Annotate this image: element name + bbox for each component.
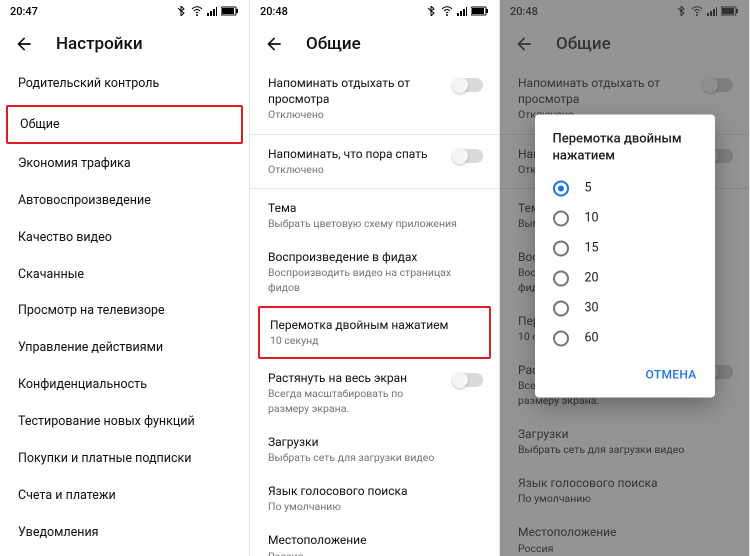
signal-icon <box>457 6 467 16</box>
bluetooth-icon <box>177 6 187 16</box>
status-time: 20:47 <box>10 5 38 18</box>
settings-row-data-saving[interactable]: Экономия трафика <box>0 146 249 183</box>
settings-row-video-quality[interactable]: Качество видео <box>0 220 249 257</box>
item-secondary: По умолчанию <box>268 500 483 514</box>
item-uploads[interactable]: Загрузки Выбрать сеть для загрузки видео <box>250 425 499 474</box>
item-secondary: Воспроизводить видео на страницах фидов <box>268 266 483 294</box>
item-primary: Местоположение <box>268 532 483 548</box>
settings-row-privacy[interactable]: Конфиденциальность <box>0 367 249 404</box>
item-secondary: Отключено <box>268 163 443 177</box>
item-secondary: Всегда масштабировать по размеру экрана. <box>268 387 443 415</box>
arrow-left-icon <box>264 34 284 54</box>
item-secondary: Отключено <box>268 108 443 122</box>
bluetooth-icon <box>427 6 437 16</box>
page-title: Настройки <box>56 34 143 54</box>
settings-row-downloads[interactable]: Скачанные <box>0 257 249 294</box>
status-bar: 20:47 <box>0 0 249 22</box>
radio-icon <box>553 180 569 196</box>
settings-row-general[interactable]: Общие <box>6 105 243 144</box>
toggle-switch[interactable] <box>453 373 483 387</box>
item-primary: Перемотка двойным нажатием <box>270 317 479 333</box>
general-settings-list: Напоминать отдыхать от просмотра Отключе… <box>250 66 499 556</box>
settings-row-connected-apps[interactable]: Связанные приложения <box>0 552 249 556</box>
item-zoom-to-fill[interactable]: Растянуть на весь экран Всегда масштабир… <box>250 361 499 425</box>
option-20[interactable]: 20 <box>535 263 715 293</box>
battery-icon <box>221 6 239 16</box>
divider <box>250 188 499 189</box>
item-remind-bedtime[interactable]: Напоминать, что пора спать Отключено <box>250 137 499 186</box>
phone2: 20:48 Общие Напоминать отдыхать от просм… <box>250 0 500 556</box>
option-label: 10 <box>585 211 599 226</box>
option-label: 60 <box>585 331 599 346</box>
wifi-icon <box>191 6 203 16</box>
phone1: 20:47 Настройки Родительский контроль Об… <box>0 0 250 556</box>
dialog-options: 5 10 15 20 30 60 <box>535 171 715 355</box>
settings-row-watch-on-tv[interactable]: Просмотр на телевизоре <box>0 293 249 330</box>
arrow-left-icon <box>14 34 34 54</box>
radio-icon <box>553 270 569 286</box>
settings-row-billing[interactable]: Счета и платежи <box>0 478 249 515</box>
item-primary: Язык голосового поиска <box>268 483 483 499</box>
double-tap-seek-dialog: Перемотка двойным нажатием 5 10 15 20 30 <box>535 114 715 397</box>
option-label: 15 <box>585 241 599 256</box>
settings-row-manage-actions[interactable]: Управление действиями <box>0 330 249 367</box>
dialog-actions: ОТМЕНА <box>535 355 715 391</box>
item-primary: Напоминать отдыхать от просмотра <box>268 75 443 107</box>
back-button[interactable] <box>264 34 284 54</box>
option-30[interactable]: 30 <box>535 293 715 323</box>
settings-row-parental[interactable]: Родительский контроль <box>0 66 249 103</box>
item-primary: Напоминать, что пора спать <box>268 146 443 162</box>
item-secondary: 10 секунд <box>270 334 479 348</box>
item-primary: Тема <box>268 200 483 216</box>
app-bar: Общие <box>250 22 499 66</box>
option-10[interactable]: 10 <box>535 203 715 233</box>
radio-icon <box>553 330 569 346</box>
app-bar: Настройки <box>0 22 249 66</box>
cancel-button[interactable]: ОТМЕНА <box>638 361 705 387</box>
settings-row-notifications[interactable]: Уведомления <box>0 515 249 552</box>
item-location[interactable]: Местоположение Россия <box>250 523 499 556</box>
settings-row-purchases[interactable]: Покупки и платные подписки <box>0 441 249 478</box>
settings-row-new-features[interactable]: Тестирование новых функций <box>0 404 249 441</box>
status-bar: 20:48 <box>250 0 499 22</box>
option-15[interactable]: 15 <box>535 233 715 263</box>
option-60[interactable]: 60 <box>535 323 715 353</box>
toggle-switch[interactable] <box>453 78 483 92</box>
page-title: Общие <box>306 34 361 54</box>
item-theme[interactable]: Тема Выбрать цветовую схему приложения <box>250 191 499 240</box>
item-playback-in-feeds[interactable]: Воспроизведение в фидах Воспроизводить в… <box>250 240 499 304</box>
battery-icon <box>471 6 489 16</box>
radio-icon <box>553 240 569 256</box>
signal-icon <box>207 6 217 16</box>
radio-icon <box>553 300 569 316</box>
item-double-tap-seek-highlighted[interactable]: Перемотка двойным нажатием 10 секунд <box>258 306 491 359</box>
option-label: 5 <box>585 181 592 196</box>
option-label: 30 <box>585 301 599 316</box>
option-5[interactable]: 5 <box>535 173 715 203</box>
item-remind-break[interactable]: Напоминать отдыхать от просмотра Отключе… <box>250 66 499 132</box>
item-primary: Воспроизведение в фидах <box>268 249 483 265</box>
status-time: 20:48 <box>260 5 288 18</box>
item-primary: Растянуть на весь экран <box>268 370 443 386</box>
toggle-switch[interactable] <box>453 149 483 163</box>
item-secondary: Россия <box>268 550 483 556</box>
dialog-title: Перемотка двойным нажатием <box>535 130 715 171</box>
divider <box>250 134 499 135</box>
settings-row-autoplay[interactable]: Автовоспроизведение <box>0 183 249 220</box>
radio-icon <box>553 210 569 226</box>
item-voice-search-lang[interactable]: Язык голосового поиска По умолчанию <box>250 474 499 523</box>
back-button[interactable] <box>14 34 34 54</box>
status-icons <box>177 6 239 16</box>
settings-list: Родительский контроль Общие Экономия тра… <box>0 66 249 556</box>
option-label: 20 <box>585 271 599 286</box>
item-primary: Загрузки <box>268 434 483 450</box>
item-secondary: Выбрать сеть для загрузки видео <box>268 451 483 465</box>
wifi-icon <box>441 6 453 16</box>
phone3: 20:48 Общие Напоминать отдыхать от просм… <box>500 0 750 556</box>
status-icons <box>427 6 489 16</box>
item-secondary: Выбрать цветовую схему приложения <box>268 217 483 231</box>
